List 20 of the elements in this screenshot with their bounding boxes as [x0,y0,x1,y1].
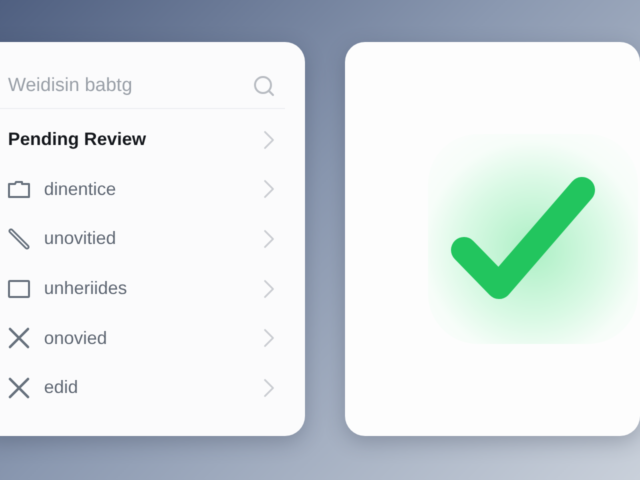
chevron-icon [263,278,275,299]
folder-icon [8,180,30,198]
chevron-icon [263,179,275,200]
chevron-icon [263,130,275,150]
list-item[interactable]: dinentice [44,178,263,200]
list-item[interactable]: unovitied [44,228,263,250]
chevron-icon [263,228,275,249]
chevron-icon [263,328,275,348]
cross-icon [8,327,30,350]
cross-icon [8,376,30,399]
list-item[interactable]: unheriides [44,278,263,300]
section-heading: Pending Review [8,129,148,150]
pin-icon [8,228,30,250]
list-item[interactable]: edid [44,377,263,398]
list-item[interactable]: onovied [44,328,263,349]
square-icon [8,280,30,298]
search-field[interactable]: Weidisin babtg [8,75,253,97]
chevron-icon [263,378,275,398]
checkmark-icon [450,176,596,302]
search-icon[interactable] [253,75,275,97]
